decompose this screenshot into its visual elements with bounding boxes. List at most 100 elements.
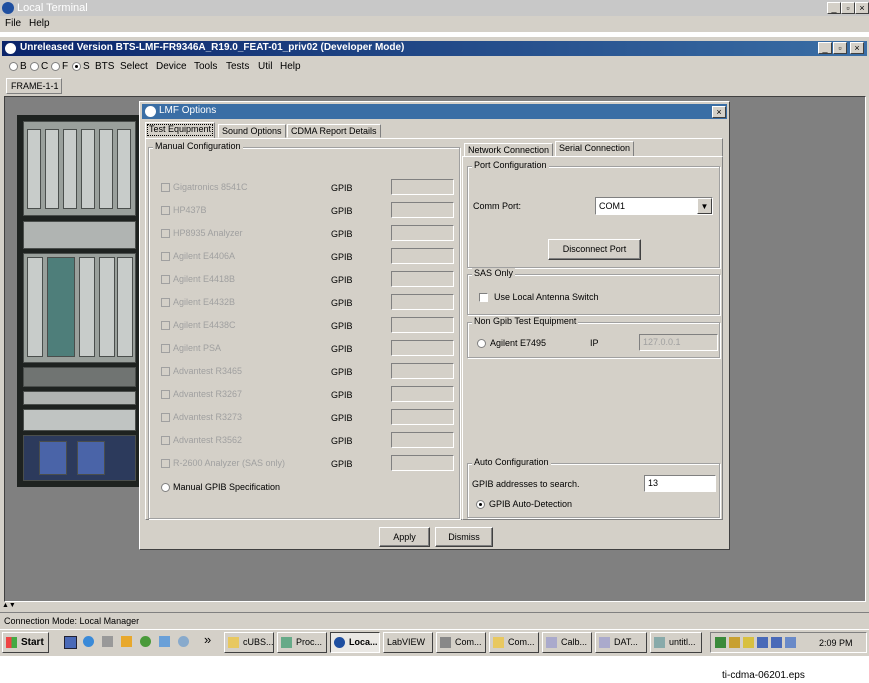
gpib-address-field[interactable] xyxy=(391,294,454,310)
quicklaunch-icon-3[interactable] xyxy=(102,636,113,647)
equipment-checkbox[interactable] xyxy=(161,390,170,399)
gpib-address-field[interactable] xyxy=(391,179,454,195)
dismiss-button[interactable]: Dismiss xyxy=(435,527,493,547)
quicklaunch-icon-5[interactable] xyxy=(140,636,151,647)
tab-sound-options[interactable]: Sound Options xyxy=(218,124,286,138)
menu-file[interactable]: File xyxy=(5,18,21,29)
maximize-button[interactable]: ▫ xyxy=(841,2,855,14)
menu-help[interactable]: Help xyxy=(29,18,50,29)
task-untitled[interactable]: untitl... xyxy=(650,632,702,653)
start-button[interactable]: Start xyxy=(2,632,49,653)
task-calb[interactable]: Calb... xyxy=(542,632,592,653)
inner-close-button[interactable]: × xyxy=(850,42,864,54)
tray-icon-6[interactable] xyxy=(785,637,796,648)
mode-radio-s[interactable] xyxy=(72,62,81,71)
mode-radio-f[interactable] xyxy=(51,62,60,71)
agilent-e7495-radio[interactable] xyxy=(477,339,486,348)
inner-maximize-button[interactable]: ▫ xyxy=(833,42,847,54)
inner-menu-bar: B C F S BTS Select Device Tools Tests Ut… xyxy=(4,59,864,75)
apply-button[interactable]: Apply xyxy=(379,527,430,547)
gpib-label: GPIB xyxy=(331,229,353,239)
equipment-checkbox[interactable] xyxy=(161,275,170,284)
equipment-checkbox[interactable] xyxy=(161,183,170,192)
tab-test-equipment[interactable]: Test Equipment xyxy=(145,122,216,138)
gpib-address-field[interactable] xyxy=(391,202,454,218)
task-proc[interactable]: Proc... xyxy=(277,632,327,653)
equipment-label: Agilent E4418B xyxy=(173,274,236,284)
quicklaunch-icon-7[interactable] xyxy=(178,636,189,647)
equipment-checkbox[interactable] xyxy=(161,367,170,376)
gpib-address-field[interactable] xyxy=(391,455,454,471)
start-label: Start xyxy=(21,637,44,648)
task-com-2[interactable]: Com... xyxy=(489,632,539,653)
menu-tests[interactable]: Tests xyxy=(226,61,249,72)
gpib-search-input[interactable]: 13 xyxy=(644,475,716,492)
menu-select[interactable]: Select xyxy=(120,61,148,72)
equipment-checkbox[interactable] xyxy=(161,436,170,445)
scroll-arrows[interactable]: ▲▼ xyxy=(2,602,16,609)
dialog-close-button[interactable]: × xyxy=(712,106,726,118)
figure-caption: ti-cdma-06201.eps xyxy=(722,670,805,681)
dialog-title: LMF Options xyxy=(159,105,217,116)
equipment-checkbox[interactable] xyxy=(161,413,170,422)
equipment-checkbox[interactable] xyxy=(161,206,170,215)
tray-icon-2[interactable] xyxy=(729,637,740,648)
quicklaunch-icon-4[interactable] xyxy=(121,636,132,647)
local-antenna-switch-checkbox[interactable] xyxy=(479,293,488,302)
equipment-checkbox[interactable] xyxy=(161,252,170,261)
gpib-address-field[interactable] xyxy=(391,432,454,448)
equipment-checkbox[interactable] xyxy=(161,298,170,307)
equipment-label: Agilent PSA xyxy=(173,343,222,353)
task-labview[interactable]: LabVIEW xyxy=(383,632,433,653)
internet-explorer-icon[interactable] xyxy=(83,636,94,647)
tray-icon-5[interactable] xyxy=(771,637,782,648)
tab-serial-connection[interactable]: Serial Connection xyxy=(555,141,635,157)
menu-util[interactable]: Util xyxy=(258,61,272,72)
menu-bts[interactable]: BTS xyxy=(95,61,114,72)
gpib-address-field[interactable] xyxy=(391,271,454,287)
disconnect-port-button[interactable]: Disconnect Port xyxy=(548,239,641,260)
menu-device[interactable]: Device xyxy=(156,61,187,72)
equipment-checkbox[interactable] xyxy=(161,459,170,468)
gpib-address-field[interactable] xyxy=(391,248,454,264)
gpib-address-field[interactable] xyxy=(391,340,454,356)
outer-title-bar: Local Terminal _ ▫ × xyxy=(0,0,869,16)
task-dat[interactable]: DAT... xyxy=(595,632,647,653)
mode-radio-c[interactable] xyxy=(30,62,39,71)
frame-tab[interactable]: FRAME-1-1 xyxy=(6,78,62,94)
tray-icon-1[interactable] xyxy=(715,637,726,648)
close-button[interactable]: × xyxy=(855,2,869,14)
gpib-address-field[interactable] xyxy=(391,386,454,402)
tray-icon-3[interactable] xyxy=(743,637,754,648)
show-desktop-icon[interactable] xyxy=(64,636,77,649)
minimize-button[interactable]: _ xyxy=(827,2,841,14)
menu-tools[interactable]: Tools xyxy=(194,61,217,72)
quicklaunch-chevron[interactable]: » xyxy=(204,632,211,647)
gpib-address-field[interactable] xyxy=(391,317,454,333)
gpib-address-field[interactable] xyxy=(391,225,454,241)
comm-port-select[interactable]: COM1 ▼ xyxy=(595,197,713,215)
equipment-checkbox[interactable] xyxy=(161,229,170,238)
windows-logo-icon xyxy=(6,637,17,648)
gpib-address-field[interactable] xyxy=(391,409,454,425)
equipment-label: Advantest R3273 xyxy=(173,412,243,422)
mode-radio-b[interactable] xyxy=(9,62,18,71)
menu-help-inner[interactable]: Help xyxy=(280,61,301,72)
quicklaunch-icon-6[interactable] xyxy=(159,636,170,647)
chevron-down-icon[interactable]: ▼ xyxy=(697,198,712,214)
task-local[interactable]: Loca... xyxy=(330,632,380,653)
equipment-checkbox[interactable] xyxy=(161,344,170,353)
gpib-auto-detection-radio[interactable] xyxy=(476,500,485,509)
tray-icon-4[interactable] xyxy=(757,637,768,648)
gpib-address-field[interactable] xyxy=(391,363,454,379)
task-cubs[interactable]: cUBS... xyxy=(224,632,274,653)
equipment-label: Agilent E4438C xyxy=(173,320,236,330)
task-com-1[interactable]: Com... xyxy=(436,632,486,653)
equipment-checkbox[interactable] xyxy=(161,321,170,330)
gpib-search-label: GPIB addresses to search. xyxy=(472,479,580,489)
tab-network-connection[interactable]: Network Connection xyxy=(464,143,554,157)
inner-minimize-button[interactable]: _ xyxy=(818,42,832,54)
tab-cdma-report-details[interactable]: CDMA Report Details xyxy=(287,124,381,138)
ip-field[interactable]: 127.0.0.1 xyxy=(639,334,718,351)
manual-gpib-spec-radio[interactable] xyxy=(161,483,170,492)
